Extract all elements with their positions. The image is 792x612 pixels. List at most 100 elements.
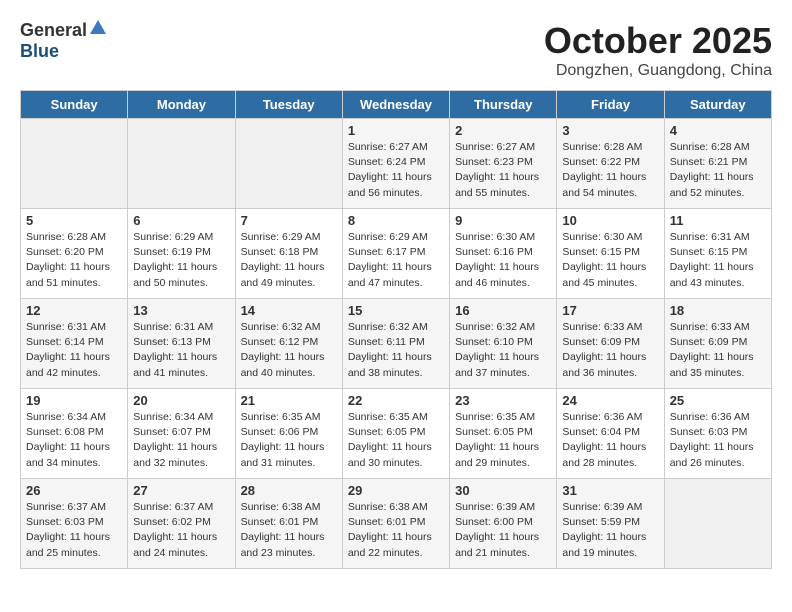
day-info: Sunrise: 6:31 AM Sunset: 6:13 PM Dayligh… [133,320,229,381]
day-cell: 28 Sunrise: 6:38 AM Sunset: 6:01 PM Dayli… [235,479,342,569]
day-info: Sunrise: 6:37 AM Sunset: 6:03 PM Dayligh… [26,500,122,561]
day-number: 12 [26,303,122,318]
day-info: Sunrise: 6:33 AM Sunset: 6:09 PM Dayligh… [562,320,658,381]
day-number: 2 [455,123,551,138]
calendar-subtitle: Dongzhen, Guangdong, China [544,62,772,80]
day-info: Sunrise: 6:28 AM Sunset: 6:20 PM Dayligh… [26,230,122,291]
day-cell: 11Sunrise: 6:31 AM Sunset: 6:15 PM Dayli… [664,209,771,299]
week-row-5: 26 Sunrise: 6:37 AM Sunset: 6:03 PM Dayli… [21,479,772,569]
day-cell: 3 Sunrise: 6:28 AM Sunset: 6:22 PM Daylig… [557,119,664,209]
day-cell: 23 Sunrise: 6:35 AM Sunset: 6:05 PM Dayli… [450,389,557,479]
day-cell: 29 Sunrise: 6:38 AM Sunset: 6:01 PM Dayli… [342,479,449,569]
day-cell: 1 Sunrise: 6:27 AM Sunset: 6:24 PM Daylig… [342,119,449,209]
day-number: 13 [133,303,229,318]
calendar-title: October 2025 [544,20,772,62]
day-cell: 17 Sunrise: 6:33 AM Sunset: 6:09 PM Dayli… [557,299,664,389]
days-header-row: SundayMondayTuesdayWednesdayThursdayFrid… [21,91,772,119]
day-cell: 2 Sunrise: 6:27 AM Sunset: 6:23 PM Daylig… [450,119,557,209]
day-cell: 13 Sunrise: 6:31 AM Sunset: 6:13 PM Dayli… [128,299,235,389]
day-number: 8 [348,213,444,228]
day-cell: 5 Sunrise: 6:28 AM Sunset: 6:20 PM Daylig… [21,209,128,299]
day-cell: 18Sunrise: 6:33 AM Sunset: 6:09 PM Dayli… [664,299,771,389]
day-number: 14 [241,303,337,318]
day-number: 22 [348,393,444,408]
day-cell: 12 Sunrise: 6:31 AM Sunset: 6:14 PM Dayli… [21,299,128,389]
logo-triangle-icon [90,20,106,39]
day-info: Sunrise: 6:34 AM Sunset: 6:08 PM Dayligh… [26,410,122,471]
day-number: 10 [562,213,658,228]
day-number: 7 [241,213,337,228]
day-header-saturday: Saturday [664,91,771,119]
day-number: 25 [670,393,766,408]
day-number: 23 [455,393,551,408]
day-cell [235,119,342,209]
day-cell: 30 Sunrise: 6:39 AM Sunset: 6:00 PM Dayli… [450,479,557,569]
day-number: 19 [26,393,122,408]
day-info: Sunrise: 6:31 AM Sunset: 6:14 PM Dayligh… [26,320,122,381]
day-cell: 15 Sunrise: 6:32 AM Sunset: 6:11 PM Dayli… [342,299,449,389]
day-cell: 25 Sunrise: 6:36 AM Sunset: 6:03 PM Dayli… [664,389,771,479]
day-info: Sunrise: 6:38 AM Sunset: 6:01 PM Dayligh… [241,500,337,561]
week-row-2: 5 Sunrise: 6:28 AM Sunset: 6:20 PM Daylig… [21,209,772,299]
day-number: 28 [241,483,337,498]
day-number: 15 [348,303,444,318]
day-cell: 16 Sunrise: 6:32 AM Sunset: 6:10 PM Dayli… [450,299,557,389]
day-info: Sunrise: 6:36 AM Sunset: 6:04 PM Dayligh… [562,410,658,471]
day-info: Sunrise: 6:29 AM Sunset: 6:18 PM Dayligh… [241,230,337,291]
day-info: Sunrise: 6:28 AM Sunset: 6:22 PM Dayligh… [562,140,658,201]
day-number: 20 [133,393,229,408]
day-number: 3 [562,123,658,138]
day-number: 17 [562,303,658,318]
calendar-table: SundayMondayTuesdayWednesdayThursdayFrid… [20,90,772,569]
day-number: 24 [562,393,658,408]
day-cell: 31Sunrise: 6:39 AM Sunset: 5:59 PM Dayli… [557,479,664,569]
day-info: Sunrise: 6:35 AM Sunset: 6:05 PM Dayligh… [455,410,551,471]
day-cell: 7 Sunrise: 6:29 AM Sunset: 6:18 PM Daylig… [235,209,342,299]
logo-general-text: General [20,20,87,41]
day-number: 9 [455,213,551,228]
day-cell: 6Sunrise: 6:29 AM Sunset: 6:19 PM Daylig… [128,209,235,299]
logo: General Blue [20,20,106,62]
day-info: Sunrise: 6:39 AM Sunset: 6:00 PM Dayligh… [455,500,551,561]
day-cell: 21Sunrise: 6:35 AM Sunset: 6:06 PM Dayli… [235,389,342,479]
day-number: 1 [348,123,444,138]
day-info: Sunrise: 6:34 AM Sunset: 6:07 PM Dayligh… [133,410,229,471]
day-cell: 20 Sunrise: 6:34 AM Sunset: 6:07 PM Dayli… [128,389,235,479]
day-info: Sunrise: 6:36 AM Sunset: 6:03 PM Dayligh… [670,410,766,471]
week-row-1: 1 Sunrise: 6:27 AM Sunset: 6:24 PM Daylig… [21,119,772,209]
header: General Blue October 2025 Dongzhen, Guan… [20,20,772,80]
day-cell: 26 Sunrise: 6:37 AM Sunset: 6:03 PM Dayli… [21,479,128,569]
day-number: 5 [26,213,122,228]
day-number: 16 [455,303,551,318]
week-row-4: 19 Sunrise: 6:34 AM Sunset: 6:08 PM Dayli… [21,389,772,479]
day-info: Sunrise: 6:29 AM Sunset: 6:17 PM Dayligh… [348,230,444,291]
day-cell [664,479,771,569]
day-cell: 19 Sunrise: 6:34 AM Sunset: 6:08 PM Dayli… [21,389,128,479]
day-info: Sunrise: 6:28 AM Sunset: 6:21 PM Dayligh… [670,140,766,201]
day-info: Sunrise: 6:32 AM Sunset: 6:10 PM Dayligh… [455,320,551,381]
day-info: Sunrise: 6:35 AM Sunset: 6:05 PM Dayligh… [348,410,444,471]
day-number: 26 [26,483,122,498]
day-number: 6 [133,213,229,228]
day-info: Sunrise: 6:32 AM Sunset: 6:11 PM Dayligh… [348,320,444,381]
day-header-friday: Friday [557,91,664,119]
day-number: 21 [241,393,337,408]
logo-blue-text: Blue [20,41,59,61]
day-info: Sunrise: 6:39 AM Sunset: 5:59 PM Dayligh… [562,500,658,561]
day-info: Sunrise: 6:27 AM Sunset: 6:24 PM Dayligh… [348,140,444,201]
day-cell: 8 Sunrise: 6:29 AM Sunset: 6:17 PM Daylig… [342,209,449,299]
day-number: 27 [133,483,229,498]
day-cell: 27 Sunrise: 6:37 AM Sunset: 6:02 PM Dayli… [128,479,235,569]
day-number: 30 [455,483,551,498]
day-info: Sunrise: 6:33 AM Sunset: 6:09 PM Dayligh… [670,320,766,381]
day-number: 4 [670,123,766,138]
day-cell: 22 Sunrise: 6:35 AM Sunset: 6:05 PM Dayli… [342,389,449,479]
day-info: Sunrise: 6:30 AM Sunset: 6:16 PM Dayligh… [455,230,551,291]
day-info: Sunrise: 6:38 AM Sunset: 6:01 PM Dayligh… [348,500,444,561]
day-header-monday: Monday [128,91,235,119]
day-number: 29 [348,483,444,498]
day-cell: 24 Sunrise: 6:36 AM Sunset: 6:04 PM Dayli… [557,389,664,479]
day-info: Sunrise: 6:37 AM Sunset: 6:02 PM Dayligh… [133,500,229,561]
day-info: Sunrise: 6:27 AM Sunset: 6:23 PM Dayligh… [455,140,551,201]
day-cell: 4 Sunrise: 6:28 AM Sunset: 6:21 PM Daylig… [664,119,771,209]
